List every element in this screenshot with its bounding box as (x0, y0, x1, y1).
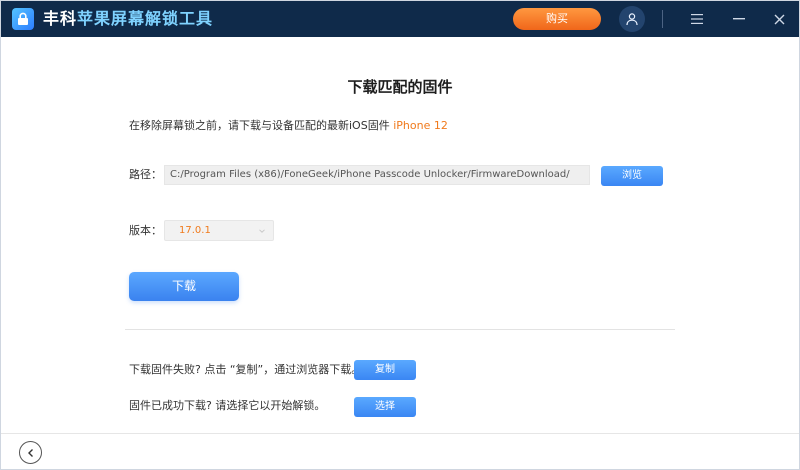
menu-icon[interactable] (687, 9, 707, 29)
path-field[interactable]: C:/Program Files (x86)/FoneGeek/iPhone P… (164, 165, 590, 185)
chevron-left-icon (27, 448, 33, 457)
select-button[interactable]: 选择 (354, 397, 416, 417)
back-button[interactable] (19, 441, 42, 464)
page-title: 下载匹配的固件 (347, 78, 453, 96)
device-name: iPhone 12 (393, 119, 448, 132)
buy-button[interactable]: 购买 (513, 8, 601, 30)
version-value: 17.0.1 (179, 225, 211, 236)
version-select[interactable]: 17.0.1 (164, 220, 274, 241)
title-bar: 丰科苹果屏幕解锁工具 购买 (1, 1, 799, 37)
minimize-icon[interactable] (729, 9, 749, 29)
app-title-brand: 丰科 (43, 9, 78, 28)
footer-divider (1, 433, 799, 434)
browse-button[interactable]: 浏览 (601, 166, 663, 186)
close-icon[interactable] (769, 9, 789, 29)
path-label: 路径： (129, 168, 162, 181)
download-button[interactable]: 下载 (129, 272, 239, 301)
download-fail-text: 下载固件失败? 点击 “复制”，通过浏览器下载。 (129, 363, 363, 376)
download-success-text: 固件已成功下载? 请选择它以开始解锁。 (129, 399, 326, 412)
instruction-text: 在移除屏幕锁之前，请下载与设备匹配的最新iOS固件 iPhone 12 (129, 118, 448, 134)
copy-button[interactable]: 复制 (354, 360, 416, 380)
version-label: 版本： (129, 224, 162, 237)
app-window: 丰科苹果屏幕解锁工具 购买 下载匹配的固件 在移除屏幕锁之前，请下载与设备匹配的… (0, 0, 800, 470)
chevron-down-icon (259, 229, 265, 233)
lock-logo-icon (12, 8, 34, 30)
titlebar-divider (662, 10, 663, 28)
section-divider (125, 329, 675, 330)
app-title: 丰科苹果屏幕解锁工具 (43, 8, 213, 30)
app-title-product: 苹果屏幕解锁工具 (77, 9, 214, 28)
instruction-prefix: 在移除屏幕锁之前，请下载与设备匹配的最新iOS固件 (129, 119, 390, 132)
user-icon[interactable] (619, 6, 645, 32)
